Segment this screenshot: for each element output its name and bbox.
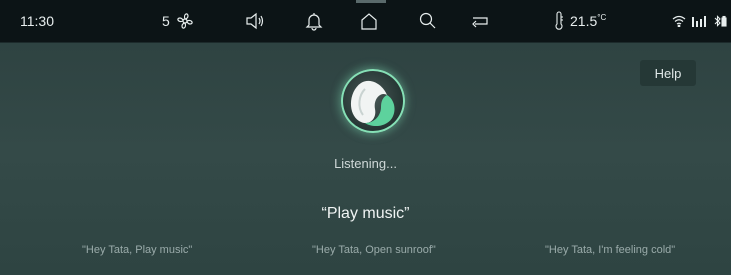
suggestion-open-sunroof[interactable]: "Hey Tata, Open sunroof" <box>312 244 436 256</box>
search-icon[interactable] <box>418 0 438 42</box>
fan-speed: 5 <box>162 13 170 29</box>
status-bar: 11:30 5 21.5°C <box>0 0 731 43</box>
fan-icon <box>174 10 196 32</box>
home-icon[interactable] <box>358 0 380 42</box>
connectivity-indicators <box>672 0 728 42</box>
suggestion-feeling-cold[interactable]: "Hey Tata, I'm feeling cold" <box>545 244 675 256</box>
cabin-temperature[interactable]: 21.5°C <box>554 0 606 42</box>
back-icon[interactable] <box>470 0 490 42</box>
assistant-orb-icon[interactable] <box>341 69 405 133</box>
signal-icon <box>692 15 708 27</box>
listening-status: Listening... <box>334 156 397 171</box>
bluetooth-icon <box>714 15 728 27</box>
recognized-command: “Play music” <box>321 205 410 222</box>
fan-control[interactable]: 5 <box>162 0 196 42</box>
clock: 11:30 <box>20 13 54 29</box>
help-button[interactable]: Help <box>640 60 696 86</box>
suggestion-play-music[interactable]: "Hey Tata, Play music" <box>82 244 192 256</box>
voice-assistant-screen: 11:30 5 21.5°C Help Listening... “Play m… <box>0 0 731 275</box>
volume-icon[interactable] <box>244 0 266 42</box>
bell-icon[interactable] <box>305 0 323 42</box>
temperature-value: 21.5 <box>570 13 598 29</box>
thermometer-icon <box>554 11 564 31</box>
temperature-unit: °C <box>597 13 607 22</box>
wifi-icon <box>672 15 686 27</box>
